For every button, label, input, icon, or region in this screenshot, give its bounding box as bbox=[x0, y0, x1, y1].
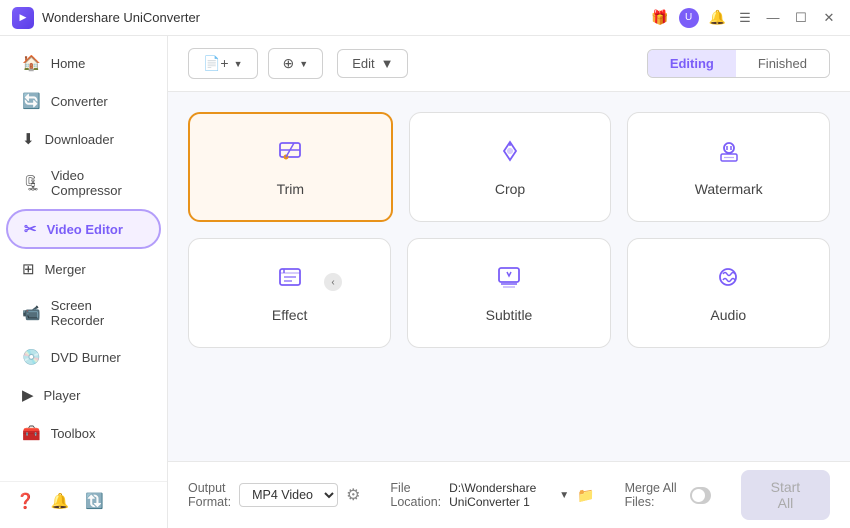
app-title: Wondershare UniConverter bbox=[42, 10, 200, 25]
merger-icon: ⊞ bbox=[22, 260, 35, 278]
file-location-value: D:\Wondershare UniConverter 1 bbox=[449, 481, 551, 509]
device-chevron: ▼ bbox=[299, 59, 308, 69]
sidebar-label-video-compressor: Video Compressor bbox=[51, 168, 145, 198]
card-watermark[interactable]: Watermark bbox=[627, 112, 830, 222]
edit-chevron: ▼ bbox=[381, 56, 394, 71]
cards-area: Trim Crop bbox=[168, 92, 850, 461]
output-format-select[interactable]: MP4 Video AVI MOV MKV bbox=[239, 483, 338, 507]
file-location-field: File Location: D:\Wondershare UniConvert… bbox=[390, 481, 594, 509]
feedback-icon[interactable]: 🔃 bbox=[85, 492, 104, 510]
converter-icon: 🔄 bbox=[22, 92, 41, 110]
cards-row-1: Trim Crop bbox=[188, 112, 830, 222]
start-all-button[interactable]: Start All bbox=[741, 470, 830, 520]
compressor-icon: 🗜 bbox=[22, 174, 41, 192]
sidebar-label-home: Home bbox=[51, 56, 86, 71]
sidebar-item-home[interactable]: 🏠 Home bbox=[6, 45, 161, 81]
main-content: 📄+ ▼ ⊕ ▼ Edit ▼ Editing Finished bbox=[168, 36, 850, 528]
card-label-trim: Trim bbox=[277, 181, 304, 197]
card-label-subtitle: Subtitle bbox=[486, 307, 533, 323]
crop-icon bbox=[496, 137, 524, 173]
merge-all-toggle[interactable] bbox=[690, 487, 711, 504]
player-icon: ▶ bbox=[22, 386, 34, 404]
sidebar-item-merger[interactable]: ⊞ Merger bbox=[6, 251, 161, 287]
user-avatar[interactable]: U bbox=[679, 8, 699, 28]
sidebar-item-video-compressor[interactable]: 🗜 Video Compressor bbox=[6, 159, 161, 207]
sidebar-item-converter[interactable]: 🔄 Converter bbox=[6, 83, 161, 119]
hamburger-icon[interactable]: ☰ bbox=[736, 9, 754, 27]
main-layout: 🏠 Home 🔄 Converter ⬇ Downloader 🗜 Video … bbox=[0, 36, 850, 528]
gift-icon[interactable]: 🎁 bbox=[651, 9, 668, 26]
minimize-button[interactable]: — bbox=[764, 9, 782, 27]
sidebar-item-video-editor[interactable]: ✂ Video Editor bbox=[6, 209, 161, 249]
maximize-button[interactable]: ☐ bbox=[792, 9, 810, 27]
merge-all-label: Merge All Files: bbox=[625, 481, 682, 509]
add-chevron: ▼ bbox=[234, 59, 243, 69]
audio-icon bbox=[714, 263, 742, 299]
watermark-icon bbox=[715, 137, 743, 173]
sidebar-label-downloader: Downloader bbox=[45, 132, 114, 147]
sidebar-label-player: Player bbox=[44, 388, 81, 403]
sidebar: 🏠 Home 🔄 Converter ⬇ Downloader 🗜 Video … bbox=[0, 36, 168, 528]
file-location-label: File Location: bbox=[390, 481, 441, 509]
card-label-watermark: Watermark bbox=[695, 181, 763, 197]
sidebar-item-dvd-burner[interactable]: 💿 DVD Burner bbox=[6, 339, 161, 375]
downloader-icon: ⬇ bbox=[22, 130, 35, 148]
sidebar-label-video-editor: Video Editor bbox=[47, 222, 123, 237]
tab-editing[interactable]: Editing bbox=[648, 50, 736, 77]
card-subtitle[interactable]: Subtitle bbox=[407, 238, 610, 348]
format-settings-icon[interactable]: ⚙ bbox=[346, 485, 360, 505]
sidebar-label-screen-recorder: Screen Recorder bbox=[51, 298, 145, 328]
edit-label: Edit bbox=[352, 56, 374, 71]
subtitle-icon bbox=[495, 263, 523, 299]
cards-row-2: Effect Subtitle bbox=[188, 238, 830, 348]
title-bar-left: Wondershare UniConverter bbox=[12, 7, 200, 29]
merge-all-section: Merge All Files: bbox=[625, 481, 711, 509]
close-button[interactable]: ✕ bbox=[820, 9, 838, 27]
card-label-crop: Crop bbox=[495, 181, 525, 197]
add-files-button[interactable]: 📄+ ▼ bbox=[188, 48, 258, 79]
title-bar: Wondershare UniConverter 🎁 U 🔔 ☰ — ☐ ✕ bbox=[0, 0, 850, 36]
card-crop[interactable]: Crop bbox=[409, 112, 612, 222]
output-format-field: Output Format: MP4 Video AVI MOV MKV ⚙ bbox=[188, 481, 360, 509]
card-audio[interactable]: Audio bbox=[627, 238, 830, 348]
app-icon bbox=[12, 7, 34, 29]
bell-icon[interactable]: 🔔 bbox=[709, 9, 726, 26]
effect-icon bbox=[276, 263, 304, 299]
sidebar-item-player[interactable]: ▶ Player bbox=[6, 377, 161, 413]
card-label-effect: Effect bbox=[272, 307, 308, 323]
toolbar: 📄+ ▼ ⊕ ▼ Edit ▼ Editing Finished bbox=[168, 36, 850, 92]
device-icon: ⊕ bbox=[283, 55, 295, 72]
file-location-chevron[interactable]: ▼ bbox=[559, 490, 569, 501]
tab-finished[interactable]: Finished bbox=[736, 50, 829, 77]
add-icon: 📄+ bbox=[203, 55, 229, 72]
sidebar-collapse-button[interactable]: ‹ bbox=[324, 273, 342, 291]
card-label-audio: Audio bbox=[710, 307, 746, 323]
sidebar-label-merger: Merger bbox=[45, 262, 86, 277]
bottom-bar: Output Format: MP4 Video AVI MOV MKV ⚙ F… bbox=[168, 461, 850, 528]
sidebar-label-toolbox: Toolbox bbox=[51, 426, 96, 441]
toolbox-icon: 🧰 bbox=[22, 424, 41, 442]
video-editor-icon: ✂ bbox=[24, 220, 37, 238]
trim-icon bbox=[276, 137, 304, 173]
sidebar-item-screen-recorder[interactable]: 📹 Screen Recorder bbox=[6, 289, 161, 337]
card-trim[interactable]: Trim bbox=[188, 112, 393, 222]
output-format-label: Output Format: bbox=[188, 481, 231, 509]
folder-icon[interactable]: 📁 bbox=[577, 487, 594, 504]
tab-group: Editing Finished bbox=[647, 49, 830, 78]
sidebar-label-converter: Converter bbox=[51, 94, 108, 109]
add-from-device-button[interactable]: ⊕ ▼ bbox=[268, 48, 324, 79]
screen-recorder-icon: 📹 bbox=[22, 304, 41, 322]
title-bar-right: 🎁 U 🔔 ☰ — ☐ ✕ bbox=[651, 8, 838, 28]
home-icon: 🏠 bbox=[22, 54, 41, 72]
edit-dropdown[interactable]: Edit ▼ bbox=[337, 49, 408, 78]
sidebar-item-toolbox[interactable]: 🧰 Toolbox bbox=[6, 415, 161, 451]
sidebar-label-dvd-burner: DVD Burner bbox=[51, 350, 121, 365]
sidebar-footer: ❓ 🔔 🔃 bbox=[0, 481, 167, 520]
notification-icon[interactable]: 🔔 bbox=[51, 492, 70, 510]
dvd-burner-icon: 💿 bbox=[22, 348, 41, 366]
help-icon[interactable]: ❓ bbox=[16, 492, 35, 510]
card-effect[interactable]: Effect bbox=[188, 238, 391, 348]
sidebar-item-downloader[interactable]: ⬇ Downloader bbox=[6, 121, 161, 157]
